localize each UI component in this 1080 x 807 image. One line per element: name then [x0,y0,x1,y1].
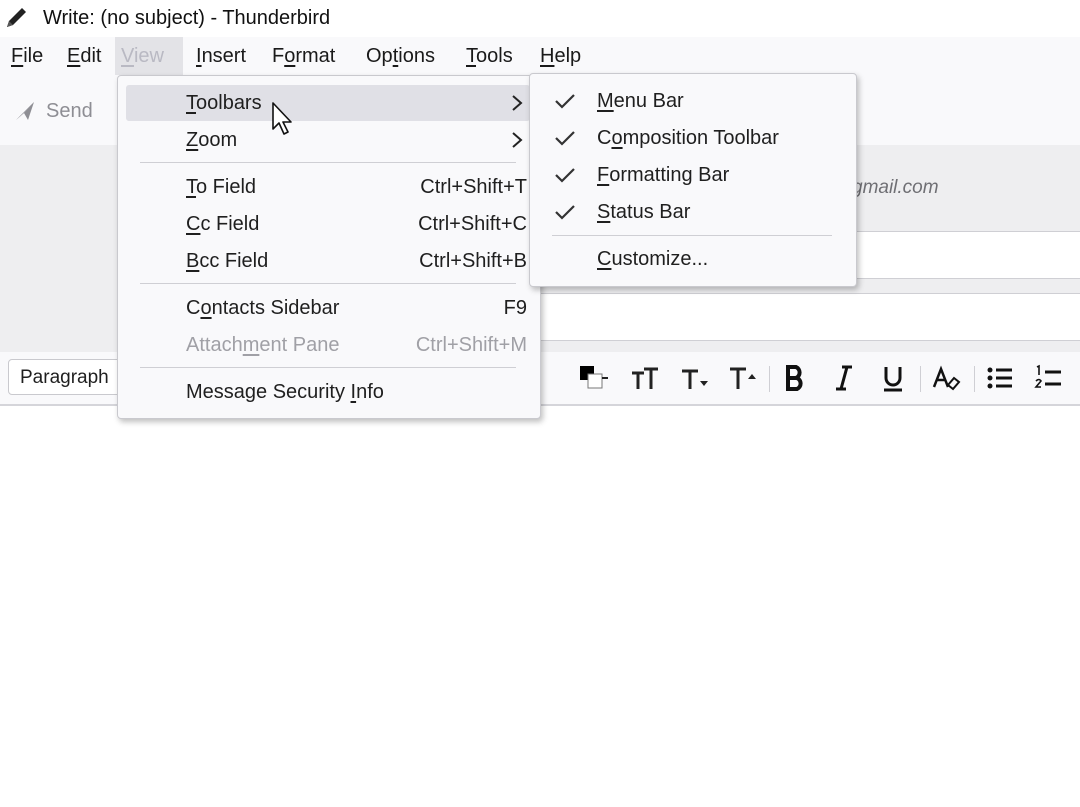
menu-insert[interactable]: Insert [190,37,252,75]
menu-format[interactable]: Format [266,37,341,75]
subject-field[interactable] [540,293,1080,341]
view-menu-attachment-pane: Attachment Pane Ctrl+Shift+M [126,327,530,363]
title-bar: Write: (no subject) - Thunderbird [0,0,1080,36]
submenu-menu-bar[interactable]: Menu Bar [538,83,848,119]
menu-separator [140,367,516,368]
bold-icon[interactable] [778,362,812,394]
menu-separator [552,235,832,236]
menu-help[interactable]: Help [534,37,587,75]
checkmark-icon [555,205,575,220]
font-size-icon[interactable] [626,362,664,394]
submenu-customize[interactable]: Customize... [538,241,848,277]
toolbar-separator [769,366,770,392]
view-menu-toolbars[interactable]: Toolbars [126,85,530,121]
checkmark-icon [555,168,575,183]
toolbars-submenu: Menu Bar Composition Toolbar Formatting … [529,73,857,287]
submenu-composition-toolbar[interactable]: Composition Toolbar [538,120,848,156]
checkmark-icon [555,131,575,146]
toolbar-separator [920,366,921,392]
bullet-list-icon[interactable] [982,362,1018,394]
shortcut-label: Ctrl+Shift+T [420,176,527,198]
shortcut-label: Ctrl+Shift+B [419,250,527,272]
view-menu-dropdown: Toolbars Zoom To Field Ctrl+Shift+T Cc F… [117,75,541,419]
view-menu-message-security-info[interactable]: Message Security Info [126,374,530,410]
larger-text-icon[interactable] [724,362,762,394]
menu-tools[interactable]: Tools [460,37,519,75]
menu-options[interactable]: Options [360,37,441,75]
paper-plane-icon [16,102,34,120]
view-menu-zoom[interactable]: Zoom [126,122,530,158]
remove-formatting-icon[interactable] [928,362,964,394]
shortcut-label: Ctrl+Shift+C [418,213,527,235]
checkmark-icon [555,94,575,109]
window-title: Write: (no subject) - Thunderbird [43,7,331,29]
pencil-icon [7,8,26,27]
view-menu-cc-field[interactable]: Cc Field Ctrl+Shift+C [126,206,530,242]
menu-bar: File Edit View Insert Format Options Too… [0,37,1080,75]
send-label: Send [46,99,93,122]
numbered-list-icon[interactable] [1030,362,1066,394]
toolbar-separator [974,366,975,392]
menu-separator [140,283,516,284]
view-menu-to-field[interactable]: To Field Ctrl+Shift+T [126,169,530,205]
menu-file[interactable]: File [5,37,49,75]
shortcut-label: Ctrl+Shift+M [415,334,527,356]
from-address: gmail.com [852,177,939,198]
shortcut-label: F9 [503,297,527,319]
menu-view[interactable]: View [115,37,183,75]
mouse-cursor-icon [272,102,292,135]
smaller-text-icon[interactable] [676,362,714,394]
chevron-right-icon [512,95,523,111]
menu-separator [140,162,516,163]
submenu-status-bar[interactable]: Status Bar [538,194,848,230]
text-color-icon[interactable] [572,362,616,394]
submenu-formatting-bar[interactable]: Formatting Bar [538,157,848,193]
menu-edit[interactable]: Edit [61,37,107,75]
chevron-right-icon [512,132,523,148]
italic-icon[interactable] [828,362,860,394]
underline-icon[interactable] [876,362,910,394]
send-button[interactable]: Send [14,93,93,129]
view-menu-contacts-sidebar[interactable]: Contacts Sidebar F9 [126,290,530,326]
view-menu-bcc-field[interactable]: Bcc Field Ctrl+Shift+B [126,243,530,279]
